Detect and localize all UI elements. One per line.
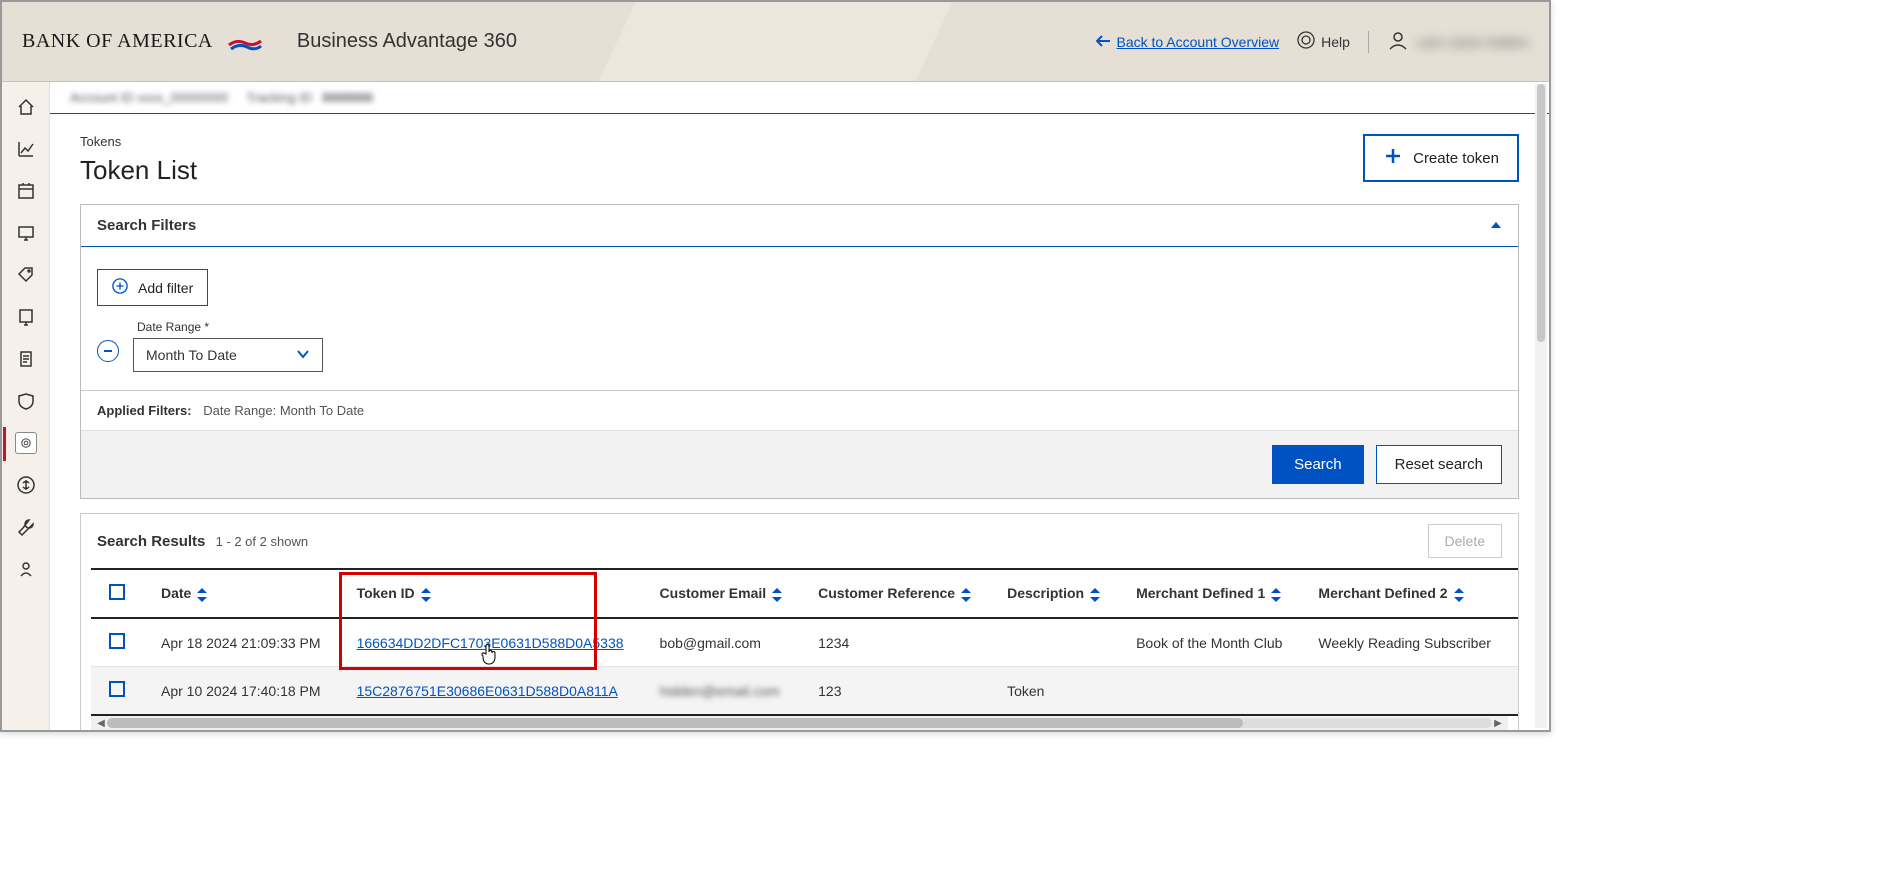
device-icon[interactable] [15, 306, 37, 328]
col-token-id[interactable]: Token ID [339, 569, 642, 618]
cell-email: bob@gmail.com [642, 618, 801, 667]
tag-icon[interactable] [15, 264, 37, 286]
col-customer-email[interactable]: Customer Email [642, 569, 801, 618]
delete-button: Delete [1428, 524, 1502, 558]
sort-icon [1271, 588, 1281, 602]
document-icon[interactable] [15, 348, 37, 370]
cell-md1: Book of the Month Club [1118, 618, 1300, 667]
remove-filter-button[interactable] [97, 340, 119, 362]
horizontal-scrollbar[interactable]: ◀ ▶ [91, 716, 1508, 730]
scroll-left-icon: ◀ [95, 718, 107, 729]
col-description[interactable]: Description [989, 569, 1118, 618]
page-scrollbar[interactable] [1535, 84, 1547, 728]
breadcrumb-text-1: Account ID xxxx_00000000 [70, 90, 228, 105]
col-md1[interactable]: Merchant Defined 1 [1118, 569, 1300, 618]
cell-date: Apr 18 2024 21:09:33 PM [143, 618, 339, 667]
token-table: Date Token ID Customer Email Customer Re… [91, 568, 1518, 716]
chevron-down-icon [296, 347, 310, 364]
breadcrumb: Account ID xxxx_00000000 Tracking ID 000… [50, 82, 1549, 114]
breadcrumb-text-3: 0000000 [322, 90, 373, 105]
cell-desc [989, 618, 1118, 667]
search-results-title: Search Results [97, 533, 205, 550]
person-icon[interactable] [15, 558, 37, 580]
shield-icon[interactable] [15, 390, 37, 412]
breadcrumb-text-2: Tracking ID [246, 90, 312, 105]
create-token-button[interactable]: Create token [1363, 134, 1519, 182]
col-customer-reference[interactable]: Customer Reference [800, 569, 989, 618]
search-button[interactable]: Search [1272, 445, 1364, 484]
user-icon [1387, 29, 1409, 54]
row-checkbox[interactable] [109, 681, 125, 697]
date-range-value: Month To Date [146, 347, 237, 363]
main-area: Account ID xxxx_00000000 Tracking ID 000… [50, 82, 1549, 730]
add-circle-icon [112, 278, 128, 297]
cell-desc: Token [989, 667, 1118, 716]
back-link-label: Back to Account Overview [1116, 34, 1279, 50]
sort-icon [961, 588, 971, 602]
cell-ref: 123 [800, 667, 989, 716]
cell-ref: 1234 [800, 618, 989, 667]
help-label: Help [1321, 34, 1350, 50]
side-rail [2, 82, 50, 730]
cell-md1 [1118, 667, 1300, 716]
table-row: Apr 18 2024 21:09:33 PM 166634DD2DFC1703… [91, 618, 1518, 667]
reset-search-button[interactable]: Reset search [1376, 445, 1502, 484]
token-icon[interactable] [15, 432, 37, 454]
date-range-select[interactable]: Month To Date [133, 338, 323, 372]
bofa-flag-icon [227, 31, 263, 53]
top-bar: BANK OF AMERICA Business Advantage 360 B… [2, 2, 1549, 82]
applied-filters-row: Applied Filters: Date Range: Month To Da… [81, 390, 1518, 430]
row-checkbox[interactable] [109, 633, 125, 649]
wrench-icon[interactable] [15, 516, 37, 538]
results-count: 1 - 2 of 2 shown [216, 534, 309, 549]
home-icon[interactable] [15, 96, 37, 118]
date-range-label: Date Range * [133, 320, 323, 334]
monitor-icon[interactable] [15, 222, 37, 244]
cell-md2 [1300, 667, 1509, 716]
page-eyebrow: Tokens [80, 134, 197, 149]
search-filters-panel: Search Filters Add filter [80, 204, 1519, 499]
user-name-label: user name hidden [1417, 34, 1529, 50]
sort-icon [1090, 588, 1100, 602]
back-to-overview-link[interactable]: Back to Account Overview [1096, 34, 1279, 50]
cell-date: Apr 10 2024 17:40:18 PM [143, 667, 339, 716]
sort-icon [772, 588, 782, 602]
applied-filters-value: Date Range: Month To Date [203, 403, 364, 418]
help-button[interactable]: Help [1297, 31, 1350, 52]
brand-block: BANK OF AMERICA Business Advantage 360 [22, 30, 517, 53]
search-filters-title: Search Filters [97, 217, 196, 234]
col-date[interactable]: Date [143, 569, 339, 618]
divider [1368, 31, 1369, 53]
plus-icon [1383, 146, 1403, 170]
calendar-icon[interactable] [15, 180, 37, 202]
table-row: Apr 10 2024 17:40:18 PM 15C2876751E30686… [91, 667, 1518, 716]
token-id-link[interactable]: 15C2876751E30686E0631D588D0A811A [357, 683, 618, 699]
col-md2[interactable]: Merchant Defined 2 [1300, 569, 1509, 618]
page-title: Token List [80, 155, 197, 186]
arrow-left-icon [1096, 34, 1110, 50]
cell-email: hidden@email.com [660, 683, 780, 699]
help-icon [1297, 31, 1315, 52]
cell-md2: Weekly Reading Subscriber [1300, 618, 1509, 667]
money-icon[interactable] [15, 474, 37, 496]
add-filter-button[interactable]: Add filter [97, 269, 208, 306]
sort-icon [1454, 588, 1464, 602]
collapse-toggle[interactable] [1490, 219, 1502, 233]
user-chip[interactable]: user name hidden [1387, 29, 1529, 54]
sort-icon [421, 588, 431, 602]
brand-name: BANK OF AMERICA [22, 30, 213, 53]
search-results-panel: Search Results 1 - 2 of 2 shown Delete [80, 513, 1519, 730]
sort-icon [197, 588, 207, 602]
create-token-label: Create token [1413, 150, 1499, 167]
token-id-link[interactable]: 166634DD2DFC1703E0631D588D0A5338 [357, 635, 624, 651]
applied-filters-label: Applied Filters: [97, 403, 192, 418]
chart-icon[interactable] [15, 138, 37, 160]
add-filter-label: Add filter [138, 280, 193, 296]
scroll-right-icon: ▶ [1492, 718, 1504, 729]
select-all-checkbox[interactable] [109, 584, 125, 600]
brand-product: Business Advantage 360 [297, 30, 517, 53]
col-md-more[interactable]: Merc [1509, 569, 1518, 618]
